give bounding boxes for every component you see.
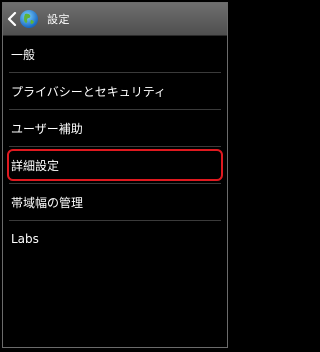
menu-item-label: ユーザー補助 [11, 121, 83, 136]
menu-item-label: 一般 [11, 47, 36, 62]
menu-item-label: 帯域幅の管理 [11, 195, 84, 210]
back-button[interactable] [3, 3, 41, 35]
menu-item-bandwidth-management[interactable]: 帯域幅の管理 [3, 184, 227, 220]
action-bar: 設定 [3, 3, 227, 36]
settings-screen: 設定 一般 プライバシーとセキュリティ ユーザー補助 詳細設定 帯域幅の管理 L… [2, 2, 228, 348]
menu-item-label: Labs [11, 232, 39, 246]
menu-item-accessibility[interactable]: ユーザー補助 [3, 110, 227, 146]
page-title: 設定 [47, 13, 70, 26]
menu-item-general[interactable]: 一般 [3, 36, 227, 72]
menu-item-labs[interactable]: Labs [3, 221, 227, 257]
chevron-left-icon [7, 12, 17, 26]
settings-list: 一般 プライバシーとセキュリティ ユーザー補助 詳細設定 帯域幅の管理 Labs [3, 36, 227, 257]
menu-item-label: 詳細設定 [11, 158, 60, 173]
menu-item-advanced-settings[interactable]: 詳細設定 [3, 147, 227, 183]
globe-icon [20, 10, 38, 28]
menu-item-privacy-security[interactable]: プライバシーとセキュリティ [3, 73, 227, 109]
menu-item-label: プライバシーとセキュリティ [11, 84, 167, 99]
